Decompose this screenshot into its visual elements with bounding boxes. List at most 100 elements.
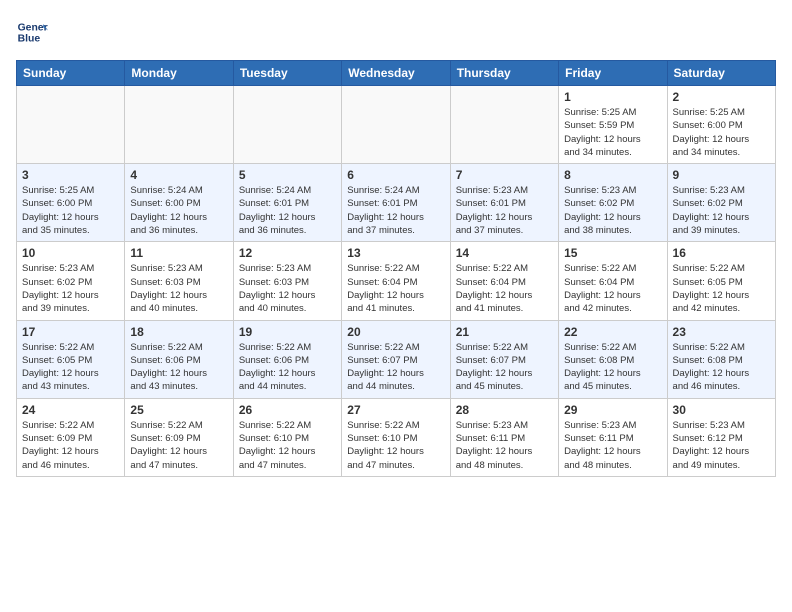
weekday-header-row: SundayMondayTuesdayWednesdayThursdayFrid… — [17, 61, 776, 86]
calendar-week-row: 17 Sunrise: 5:22 AM Sunset: 6:05 PM Dayli… — [17, 320, 776, 398]
day-info: Sunrise: 5:23 AM Sunset: 6:02 PM Dayligh… — [673, 184, 770, 237]
calendar-day-cell: 21 Sunrise: 5:22 AM Sunset: 6:07 PM Dayli… — [450, 320, 558, 398]
calendar-week-row: 24 Sunrise: 5:22 AM Sunset: 6:09 PM Dayli… — [17, 398, 776, 476]
day-number: 25 — [130, 403, 227, 417]
calendar-day-cell — [450, 86, 558, 164]
day-number: 24 — [22, 403, 119, 417]
day-number: 5 — [239, 168, 336, 182]
day-number: 1 — [564, 90, 661, 104]
day-info: Sunrise: 5:22 AM Sunset: 6:09 PM Dayligh… — [130, 419, 227, 472]
day-info: Sunrise: 5:25 AM Sunset: 6:00 PM Dayligh… — [22, 184, 119, 237]
day-number: 26 — [239, 403, 336, 417]
calendar-day-cell: 7 Sunrise: 5:23 AM Sunset: 6:01 PM Daylig… — [450, 164, 558, 242]
day-info: Sunrise: 5:22 AM Sunset: 6:09 PM Dayligh… — [22, 419, 119, 472]
day-info: Sunrise: 5:22 AM Sunset: 6:05 PM Dayligh… — [22, 341, 119, 394]
calendar-day-cell: 12 Sunrise: 5:23 AM Sunset: 6:03 PM Dayli… — [233, 242, 341, 320]
day-info: Sunrise: 5:24 AM Sunset: 6:00 PM Dayligh… — [130, 184, 227, 237]
day-number: 4 — [130, 168, 227, 182]
calendar-day-cell: 28 Sunrise: 5:23 AM Sunset: 6:11 PM Dayli… — [450, 398, 558, 476]
day-info: Sunrise: 5:22 AM Sunset: 6:10 PM Dayligh… — [239, 419, 336, 472]
calendar-day-cell: 27 Sunrise: 5:22 AM Sunset: 6:10 PM Dayli… — [342, 398, 450, 476]
weekday-header-cell: Tuesday — [233, 61, 341, 86]
day-info: Sunrise: 5:23 AM Sunset: 6:01 PM Dayligh… — [456, 184, 553, 237]
weekday-header-cell: Sunday — [17, 61, 125, 86]
day-info: Sunrise: 5:23 AM Sunset: 6:02 PM Dayligh… — [564, 184, 661, 237]
day-info: Sunrise: 5:23 AM Sunset: 6:03 PM Dayligh… — [239, 262, 336, 315]
calendar-week-row: 1 Sunrise: 5:25 AM Sunset: 5:59 PM Daylig… — [17, 86, 776, 164]
weekday-header-cell: Saturday — [667, 61, 775, 86]
day-number: 17 — [22, 325, 119, 339]
calendar-day-cell: 18Sunrise: 5:22 AM Sunset: 6:06 PM Dayli… — [125, 320, 233, 398]
calendar-body: 1 Sunrise: 5:25 AM Sunset: 5:59 PM Daylig… — [17, 86, 776, 477]
day-number: 14 — [456, 246, 553, 260]
weekday-header-cell: Friday — [559, 61, 667, 86]
calendar-day-cell: 15Sunrise: 5:22 AM Sunset: 6:04 PM Dayli… — [559, 242, 667, 320]
day-info: Sunrise: 5:22 AM Sunset: 6:06 PM Dayligh… — [239, 341, 336, 394]
day-info: Sunrise: 5:22 AM Sunset: 6:08 PM Dayligh… — [564, 341, 661, 394]
day-number: 12 — [239, 246, 336, 260]
day-info: Sunrise: 5:25 AM Sunset: 6:00 PM Dayligh… — [673, 106, 770, 159]
logo: General Blue — [16, 16, 48, 48]
page-header: General Blue — [16, 16, 776, 48]
day-info: Sunrise: 5:22 AM Sunset: 6:07 PM Dayligh… — [347, 341, 444, 394]
calendar-day-cell: 30 Sunrise: 5:23 AM Sunset: 6:12 PM Dayli… — [667, 398, 775, 476]
day-info: Sunrise: 5:22 AM Sunset: 6:04 PM Dayligh… — [564, 262, 661, 315]
day-info: Sunrise: 5:22 AM Sunset: 6:04 PM Dayligh… — [456, 262, 553, 315]
calendar-day-cell: 17 Sunrise: 5:22 AM Sunset: 6:05 PM Dayli… — [17, 320, 125, 398]
day-info: Sunrise: 5:22 AM Sunset: 6:08 PM Dayligh… — [673, 341, 770, 394]
weekday-header-cell: Wednesday — [342, 61, 450, 86]
calendar-day-cell: 11 Sunrise: 5:23 AM Sunset: 6:03 PM Dayli… — [125, 242, 233, 320]
calendar-day-cell: 2Sunrise: 5:25 AM Sunset: 6:00 PM Daylig… — [667, 86, 775, 164]
day-info: Sunrise: 5:23 AM Sunset: 6:03 PM Dayligh… — [130, 262, 227, 315]
day-info: Sunrise: 5:22 AM Sunset: 6:07 PM Dayligh… — [456, 341, 553, 394]
day-info: Sunrise: 5:24 AM Sunset: 6:01 PM Dayligh… — [239, 184, 336, 237]
day-info: Sunrise: 5:23 AM Sunset: 6:11 PM Dayligh… — [456, 419, 553, 472]
day-info: Sunrise: 5:25 AM Sunset: 5:59 PM Dayligh… — [564, 106, 661, 159]
day-info: Sunrise: 5:24 AM Sunset: 6:01 PM Dayligh… — [347, 184, 444, 237]
calendar-day-cell: 9Sunrise: 5:23 AM Sunset: 6:02 PM Daylig… — [667, 164, 775, 242]
calendar-day-cell: 26 Sunrise: 5:22 AM Sunset: 6:10 PM Dayli… — [233, 398, 341, 476]
day-info: Sunrise: 5:22 AM Sunset: 6:04 PM Dayligh… — [347, 262, 444, 315]
day-info: Sunrise: 5:23 AM Sunset: 6:12 PM Dayligh… — [673, 419, 770, 472]
calendar-day-cell: 19 Sunrise: 5:22 AM Sunset: 6:06 PM Dayli… — [233, 320, 341, 398]
svg-text:Blue: Blue — [18, 34, 41, 45]
calendar-day-cell — [17, 86, 125, 164]
day-number: 11 — [130, 246, 227, 260]
calendar-week-row: 10 Sunrise: 5:23 AM Sunset: 6:02 PM Dayli… — [17, 242, 776, 320]
day-info: Sunrise: 5:23 AM Sunset: 6:02 PM Dayligh… — [22, 262, 119, 315]
day-number: 21 — [456, 325, 553, 339]
day-number: 7 — [456, 168, 553, 182]
calendar-day-cell — [233, 86, 341, 164]
day-number: 8 — [564, 168, 661, 182]
calendar-day-cell: 14 Sunrise: 5:22 AM Sunset: 6:04 PM Dayli… — [450, 242, 558, 320]
logo-icon: General Blue — [16, 16, 48, 48]
calendar-day-cell: 3 Sunrise: 5:25 AM Sunset: 6:00 PM Daylig… — [17, 164, 125, 242]
calendar-table: SundayMondayTuesdayWednesdayThursdayFrid… — [16, 60, 776, 477]
day-number: 16 — [673, 246, 770, 260]
weekday-header-cell: Monday — [125, 61, 233, 86]
day-number: 22 — [564, 325, 661, 339]
calendar-day-cell: 1 Sunrise: 5:25 AM Sunset: 5:59 PM Daylig… — [559, 86, 667, 164]
day-number: 6 — [347, 168, 444, 182]
day-info: Sunrise: 5:22 AM Sunset: 6:05 PM Dayligh… — [673, 262, 770, 315]
day-number: 3 — [22, 168, 119, 182]
weekday-header-cell: Thursday — [450, 61, 558, 86]
calendar-day-cell: 6 Sunrise: 5:24 AM Sunset: 6:01 PM Daylig… — [342, 164, 450, 242]
day-number: 27 — [347, 403, 444, 417]
day-number: 19 — [239, 325, 336, 339]
day-number: 28 — [456, 403, 553, 417]
day-info: Sunrise: 5:22 AM Sunset: 6:10 PM Dayligh… — [347, 419, 444, 472]
calendar-day-cell: 25 Sunrise: 5:22 AM Sunset: 6:09 PM Dayli… — [125, 398, 233, 476]
calendar-day-cell: 5 Sunrise: 5:24 AM Sunset: 6:01 PM Daylig… — [233, 164, 341, 242]
svg-text:General: General — [18, 22, 48, 33]
calendar-day-cell: 24 Sunrise: 5:22 AM Sunset: 6:09 PM Dayli… — [17, 398, 125, 476]
calendar-day-cell: 29 Sunrise: 5:23 AM Sunset: 6:11 PM Dayli… — [559, 398, 667, 476]
day-info: Sunrise: 5:23 AM Sunset: 6:11 PM Dayligh… — [564, 419, 661, 472]
day-number: 30 — [673, 403, 770, 417]
day-number: 13 — [347, 246, 444, 260]
calendar-day-cell: 20Sunrise: 5:22 AM Sunset: 6:07 PM Dayli… — [342, 320, 450, 398]
day-number: 29 — [564, 403, 661, 417]
day-number: 10 — [22, 246, 119, 260]
day-info: Sunrise: 5:22 AM Sunset: 6:06 PM Dayligh… — [130, 341, 227, 394]
calendar-day-cell: 16 Sunrise: 5:22 AM Sunset: 6:05 PM Dayli… — [667, 242, 775, 320]
